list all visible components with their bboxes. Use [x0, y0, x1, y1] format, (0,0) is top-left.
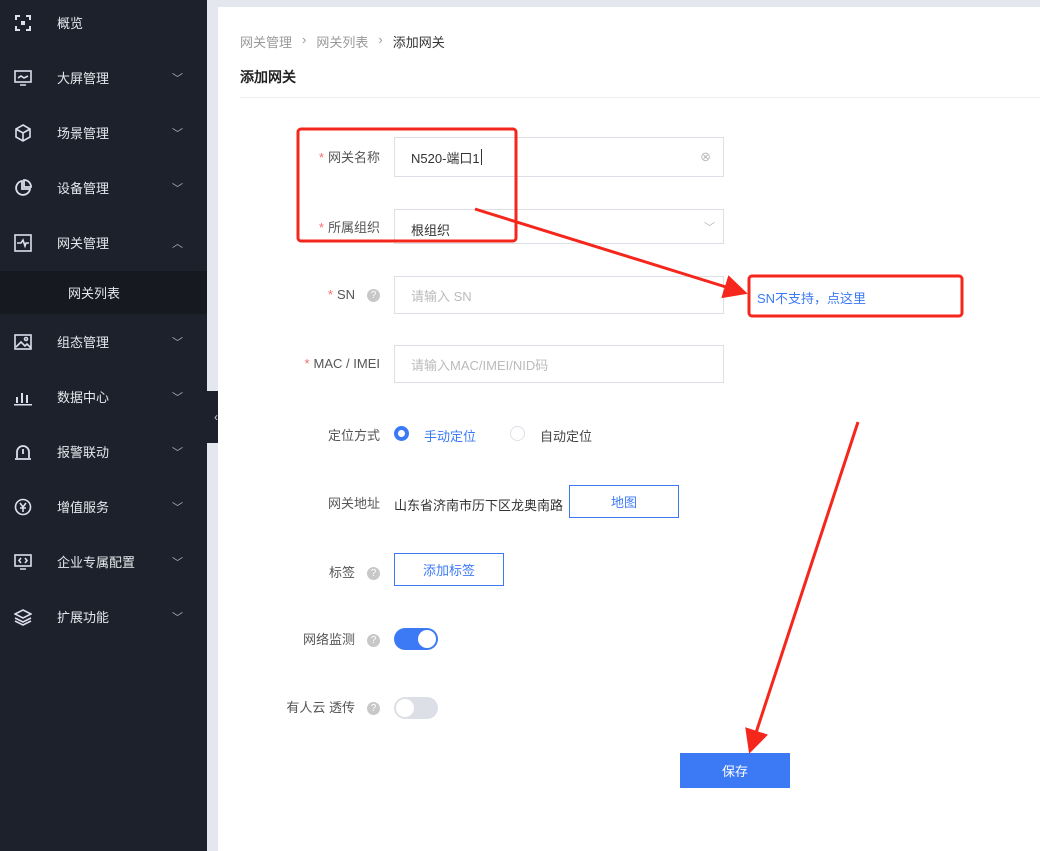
add-tag-button[interactable]: 添加标签: [394, 553, 504, 586]
mac-label: MAC / IMEI: [313, 356, 380, 371]
map-button[interactable]: 地图: [569, 485, 679, 518]
chevron-down-icon: ﹀: [172, 446, 183, 459]
breadcrumb-separator-icon: ›: [302, 32, 307, 47]
passthrough-toggle[interactable]: [394, 697, 438, 719]
org-label: 所属组织: [327, 220, 380, 235]
overview-icon: [14, 14, 32, 32]
network-monitor-toggle[interactable]: [394, 628, 438, 650]
monitor-label: 网络监测: [302, 632, 355, 647]
mac-imei-input[interactable]: 请输入MAC/IMEI/NID码: [394, 345, 724, 383]
sn-label: SN: [336, 287, 355, 302]
passthrough-label: 有人云 透传: [286, 700, 355, 715]
sidebar: 概览 大屏管理 ﹀ 场景管理 ﹀ 设备管理 ﹀ 网关管理 ︿ 网关列表 组态管理 ﹀ 数据…: [0, 0, 207, 851]
chevron-down-icon: ﹀: [172, 556, 183, 569]
divider: [240, 97, 1040, 98]
breadcrumb-current: 添加网关: [392, 35, 445, 50]
radio-auto-label[interactable]: 自动定位: [540, 426, 592, 445]
page-title: 添加网关: [240, 69, 296, 85]
main-panel: 网关管理 › 网关列表 › 添加网关 添加网关 * 网关名称 N520-端口1 ⊗ * 所…: [218, 7, 1040, 851]
radio-manual-label[interactable]: 手动定位: [424, 426, 476, 445]
radio-manual[interactable]: [394, 426, 409, 441]
chevron-down-icon: ﹀: [172, 501, 183, 514]
sidebar-item-gateway[interactable]: 网关管理 ︿: [0, 215, 207, 270]
tag-label: 标签: [328, 565, 355, 580]
layers-icon: [14, 608, 32, 626]
help-icon[interactable]: ?: [367, 702, 380, 716]
chevron-down-icon: ﹀: [172, 391, 183, 404]
chevron-up-icon: ︿: [172, 237, 183, 250]
monitor-icon: [14, 69, 32, 87]
sidebar-item-value-added[interactable]: 增值服务 ﹀: [0, 479, 207, 534]
help-icon[interactable]: ?: [367, 289, 380, 303]
chevron-down-icon: ﹀: [172, 72, 183, 85]
annotation-note: SN不支持，点这里: [757, 291, 867, 306]
breadcrumb-gateway-list[interactable]: 网关列表: [316, 32, 368, 51]
locate-label: 定位方式: [327, 428, 380, 443]
org-select[interactable]: 根组织 ﹀: [394, 209, 724, 244]
alarm-icon: [14, 443, 32, 461]
bar-chart-icon: [14, 388, 32, 406]
gateway-name-input[interactable]: N520-端口1 ⊗: [394, 137, 724, 177]
chevron-down-icon: ﹀: [172, 127, 183, 140]
sidebar-item-screen[interactable]: 大屏管理 ﹀: [0, 50, 207, 105]
save-button[interactable]: 保存: [680, 753, 790, 788]
sidebar-item-data[interactable]: 数据中心 ﹀: [0, 369, 207, 424]
name-label: 网关名称: [327, 150, 380, 165]
sidebar-item-config[interactable]: 组态管理 ﹀: [0, 314, 207, 369]
address-value: 山东省济南市历下区龙奥南路: [394, 498, 564, 513]
chevron-down-icon: ﹀: [172, 182, 183, 195]
cube-icon: [14, 123, 32, 142]
breadcrumb-gateway-mgmt[interactable]: 网关管理: [240, 32, 292, 51]
chevron-down-icon: ﹀: [172, 611, 183, 624]
sn-input[interactable]: 请输入 SN: [394, 276, 724, 314]
help-icon[interactable]: ?: [367, 634, 380, 648]
code-screen-icon: [14, 553, 32, 571]
yen-icon: [14, 498, 32, 516]
chevron-down-icon: ﹀: [704, 221, 715, 234]
image-icon: [14, 333, 32, 351]
top-strip: [207, 0, 1040, 7]
sidebar-subitem-gateway-list[interactable]: 网关列表: [0, 271, 207, 314]
breadcrumb: 网关管理 › 网关列表 › 添加网关: [240, 32, 445, 51]
chevron-down-icon: ﹀: [172, 336, 183, 349]
sidebar-item-extensions[interactable]: 扩展功能 ﹀: [0, 589, 207, 644]
sidebar-item-enterprise[interactable]: 企业专属配置 ﹀: [0, 534, 207, 589]
clear-icon[interactable]: ⊗: [700, 149, 711, 165]
help-icon[interactable]: ?: [367, 567, 380, 581]
address-label: 网关地址: [327, 496, 380, 511]
sidebar-item-overview[interactable]: 概览: [0, 0, 207, 50]
pulse-icon: [14, 233, 32, 252]
pie-icon: [14, 178, 32, 197]
sidebar-item-scene[interactable]: 场景管理 ﹀: [0, 105, 207, 160]
sidebar-item-device[interactable]: 设备管理 ﹀: [0, 160, 207, 215]
breadcrumb-separator-icon: ›: [378, 32, 383, 47]
radio-auto[interactable]: [510, 426, 525, 441]
sidebar-item-alarm[interactable]: 报警联动 ﹀: [0, 424, 207, 479]
